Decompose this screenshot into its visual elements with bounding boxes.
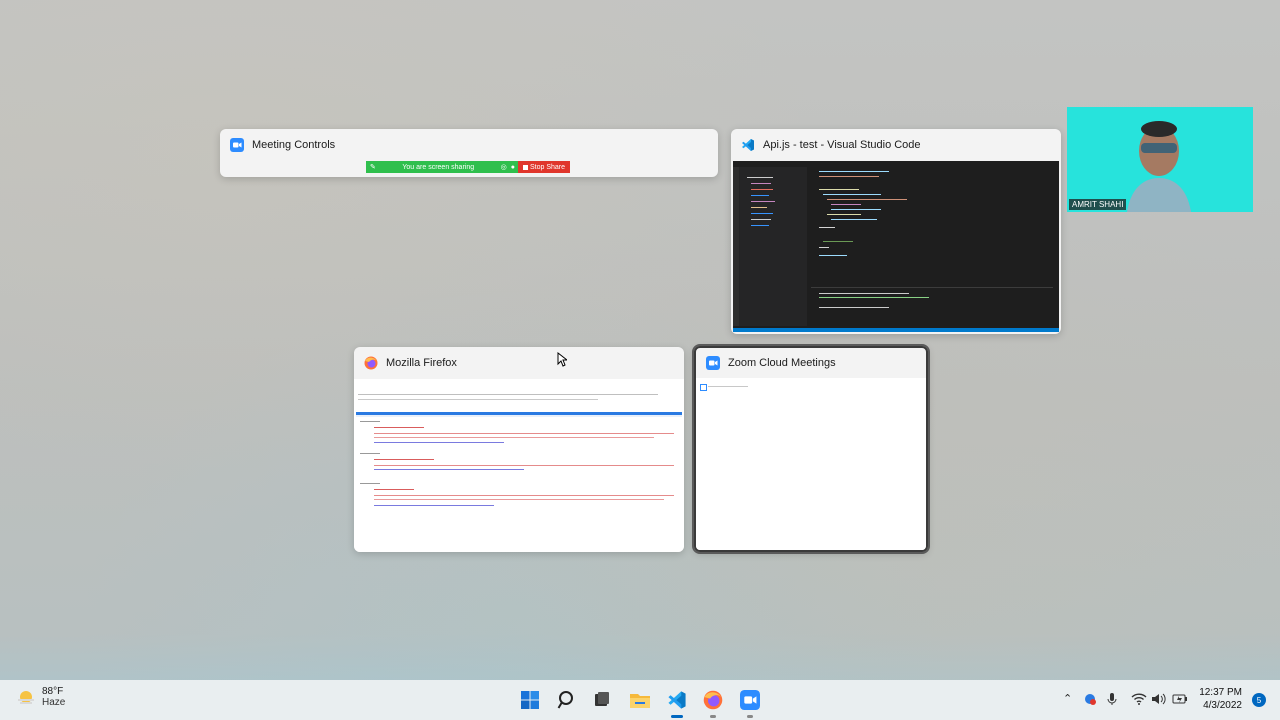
participant-name: AMRIT SHAHI [1069,199,1127,210]
firefox-icon [364,356,378,370]
window-title: Api.js - test - Visual Studio Code [763,139,921,151]
sharing-text: You are screen sharing [402,163,475,171]
zoom-icon [706,356,720,370]
window-vscode[interactable]: Api.js - test - Visual Studio Code [731,129,1061,334]
window-title: Meeting Controls [252,139,336,151]
tray-app-button[interactable] [1083,692,1097,709]
cloud-sync-icon [1085,694,1096,705]
file-explorer-icon [630,694,650,708]
vscode-icon [668,691,686,709]
firefox-icon [703,690,723,710]
zoom-icon [740,690,760,710]
start-button[interactable] [518,688,542,712]
running-indicator [747,715,753,718]
window-firefox[interactable]: Mozilla Firefox [354,347,684,552]
window-title-bar: Zoom Cloud Meetings [696,348,926,378]
clock[interactable]: 12:37 PM 4/3/2022 [1199,686,1242,712]
firefox-preview [354,379,684,552]
zoom-preview [696,378,926,550]
clock-time: 12:37 PM [1199,687,1242,698]
windows-logo-icon [521,691,539,709]
taskbar: 88°F Haze ⌃ 12:37 PM 4/3/2022 5 [0,680,1280,720]
battery-button[interactable] [1172,692,1188,709]
window-title: Mozilla Firefox [386,357,457,369]
firefox-taskbar-button[interactable] [701,688,725,718]
search-icon [557,691,573,709]
vscode-icon [742,139,754,151]
screen-share-bar: ✎ You are screen sharing ◎ ● Stop Share [366,161,570,173]
microphone-button[interactable] [1106,692,1118,709]
sharing-status: ✎ You are screen sharing ◎ ● [366,161,518,173]
weather-condition: Haze [42,697,66,708]
stop-share-button[interactable]: Stop Share [518,161,570,173]
window-title: Zoom Cloud Meetings [728,357,836,369]
zoom-taskbar-button[interactable] [738,688,762,718]
clock-date: 4/3/2022 [1203,700,1242,711]
notification-badge[interactable]: 5 [1252,693,1266,707]
volume-button[interactable] [1151,692,1167,709]
window-zoom-cloud-meetings[interactable]: Zoom Cloud Meetings [692,344,930,554]
code-editor [811,167,1053,326]
camera-preview[interactable]: AMRIT SHAHI [1067,107,1253,212]
microphone-icon [1107,693,1117,705]
show-hidden-icons-button[interactable]: ⌃ [1063,692,1072,705]
window-title-bar: Meeting Controls [220,129,718,161]
vscode-taskbar-button[interactable] [665,688,689,718]
explorer-sidebar [739,167,807,326]
vscode-preview [733,161,1059,332]
app-icon [700,384,707,391]
pause-icon: ◎ [500,164,507,171]
weather-widget[interactable]: 88°F Haze [16,686,65,708]
window-meeting-controls[interactable]: Meeting Controls ✎ You are screen sharin… [220,129,718,177]
running-indicator [710,715,716,718]
task-view-icon [595,692,609,706]
webcam-person-image [1067,107,1253,212]
wifi-icon [1131,693,1147,705]
zoom-icon [230,138,244,152]
window-title-bar: Api.js - test - Visual Studio Code [731,129,1061,161]
pencil-icon: ✎ [370,164,376,171]
file-explorer-button[interactable] [628,688,652,712]
mouse-cursor-icon [557,352,567,367]
stop-share-label: Stop Share [529,163,566,171]
wifi-button[interactable] [1131,692,1147,709]
haze-sun-icon [18,691,34,704]
record-icon: ● [510,163,515,171]
active-indicator [671,715,683,718]
chevron-up-icon: ⌃ [1063,693,1073,705]
status-bar [733,328,1059,332]
window-title-bar: Mozilla Firefox [354,347,684,379]
selected-row [356,412,682,415]
search-button[interactable] [555,688,579,712]
weather-temp: 88°F [42,686,64,697]
speaker-icon [1152,693,1166,705]
task-view-button[interactable] [590,688,614,712]
stop-icon [522,164,528,170]
battery-charging-icon [1172,694,1187,704]
